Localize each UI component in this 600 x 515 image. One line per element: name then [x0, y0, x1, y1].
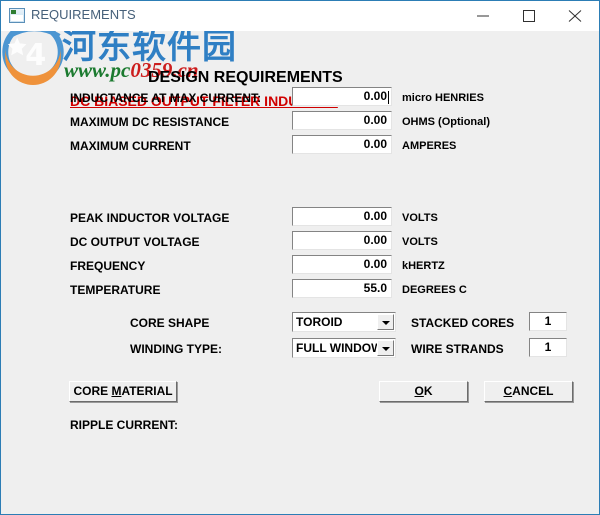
input-maximum-current[interactable]: 0.00 — [292, 135, 392, 154]
watermark-site-name: 河东软件园 — [62, 31, 237, 67]
ripple-current-label: RIPPLE CURRENT: — [70, 418, 179, 432]
unit-temperature: DEGREES C — [402, 284, 467, 296]
input-wire-strands[interactable]: 1 — [529, 338, 567, 357]
input-temperature[interactable]: 55.0 — [292, 279, 392, 298]
page-title: DESIGN REQUIREMENTS — [148, 69, 343, 86]
label-peak-inductor-voltage: PEAK INDUCTOR VOLTAGE — [70, 211, 230, 225]
core-material-button-accel: M — [111, 384, 122, 398]
label-frequency: FREQUENCY — [70, 259, 146, 273]
requirements-window: REQUIREMENTS 4 河东软件园 www.pc0359.cn DESIG… — [0, 0, 600, 515]
cancel-button-accel: C — [503, 384, 513, 398]
input-maximum-dc-resistance[interactable]: 0.00 — [292, 111, 392, 130]
label-temperature: TEMPERATURE — [70, 283, 161, 297]
select-winding-type-value: FULL WINDOW — [296, 341, 383, 355]
label-stacked-cores: STACKED CORES — [411, 316, 515, 330]
unit-maximum-current: AMPERES — [402, 140, 457, 152]
label-dc-output-voltage: DC OUTPUT VOLTAGE — [70, 235, 200, 249]
label-core-shape: CORE SHAPE — [130, 316, 210, 330]
close-icon — [568, 10, 582, 22]
select-winding-type[interactable]: FULL WINDOW — [292, 338, 396, 358]
input-stacked-cores[interactable]: 1 — [529, 312, 567, 331]
close-button[interactable] — [553, 1, 599, 31]
core-material-button-pre: CORE — [73, 384, 112, 398]
unit-frequency: kHERTZ — [402, 260, 445, 272]
unit-inductance-at-max-current: micro HENRIES — [402, 92, 484, 104]
chevron-down-icon[interactable] — [377, 340, 394, 356]
watermark-logo: 4 — [2, 31, 64, 85]
unit-maximum-dc-resistance: OHMS (Optional) — [402, 116, 490, 128]
input-peak-inductor-voltage[interactable]: 0.00 — [292, 207, 392, 226]
unit-peak-inductor-voltage: VOLTS — [402, 212, 438, 224]
maximize-icon — [523, 10, 535, 22]
window-title: REQUIREMENTS — [31, 7, 136, 22]
label-wire-strands: WIRE STRANDS — [411, 342, 504, 356]
maximize-button[interactable] — [507, 1, 553, 31]
minimize-icon — [477, 15, 489, 17]
select-core-shape[interactable]: TOROID — [292, 312, 396, 332]
chevron-down-icon[interactable] — [377, 314, 394, 330]
core-material-button-post: ATERIAL — [121, 384, 173, 398]
title-bar[interactable]: REQUIREMENTS — [1, 1, 599, 31]
ok-button-post: K — [423, 384, 433, 398]
input-dc-output-voltage[interactable]: 0.00 — [292, 231, 392, 250]
minimize-button[interactable] — [461, 1, 507, 31]
input-frequency[interactable]: 0.00 — [292, 255, 392, 274]
unit-dc-output-voltage: VOLTS — [402, 236, 438, 248]
core-material-button[interactable]: CORE MATERIAL — [69, 381, 177, 402]
dialog-client-area: 4 河东软件园 www.pc0359.cn DESIGN REQUIREMENT… — [2, 31, 599, 514]
ok-button-accel: O — [414, 384, 424, 398]
cancel-button-post: ANCEL — [512, 384, 554, 398]
label-inductance-at-max-current: INDUCTANCE AT MAX CURRENT: — [70, 91, 262, 105]
label-maximum-dc-resistance: MAXIMUM DC RESISTANCE — [70, 115, 230, 129]
label-winding-type: WINDING TYPE: — [130, 342, 222, 356]
application-icon — [9, 8, 25, 23]
input-inductance-at-max-current[interactable]: 0.00 — [292, 87, 392, 106]
ok-button[interactable]: OK — [379, 381, 468, 402]
watermark-url-prefix: www.pc — [64, 58, 131, 82]
label-maximum-current: MAXIMUM CURRENT — [70, 139, 191, 153]
select-core-shape-value: TOROID — [296, 315, 343, 329]
cancel-button[interactable]: CANCEL — [484, 381, 573, 402]
svg-text:4: 4 — [25, 38, 46, 73]
